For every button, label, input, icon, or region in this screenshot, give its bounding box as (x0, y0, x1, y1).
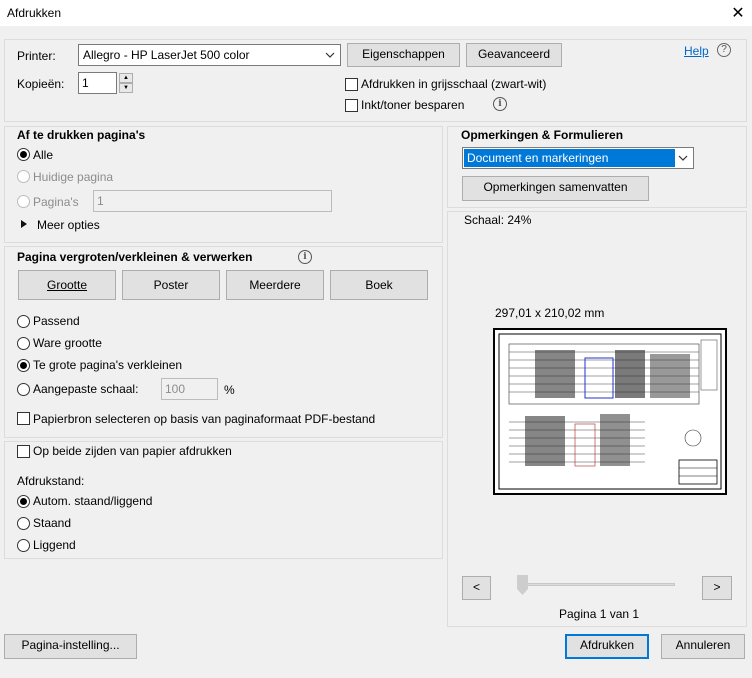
next-page-button[interactable]: > (702, 576, 732, 600)
grayscale-label: Afdrukken in grijsschaal (zwart-wit) (361, 77, 547, 91)
orientation-title: Afdrukstand: (17, 474, 85, 488)
title-bar (0, 0, 752, 26)
radio-landscape[interactable] (17, 539, 30, 552)
paper-size-label: 297,01 x 210,02 mm (495, 306, 605, 320)
radio-custom-scale[interactable] (17, 383, 30, 396)
page-preview (493, 328, 727, 495)
printer-label: Printer: (17, 49, 56, 63)
window-title: Afdrukken (7, 6, 62, 20)
both-sides-checkbox[interactable] (17, 445, 30, 458)
radio-shrink-oversized-label: Te grote pagina's verkleinen (33, 358, 183, 372)
percent-label: % (224, 383, 235, 397)
radio-current-page-label: Huidige pagina (33, 170, 114, 184)
multiple-button[interactable]: Meerdere (226, 270, 324, 300)
radio-actual-size-label: Ware grootte (33, 336, 102, 350)
save-ink-label: Inkt/toner besparen (361, 98, 465, 112)
info-icon[interactable]: i (298, 250, 312, 264)
comments-select-value: Document en markeringen (464, 149, 675, 167)
prev-page-button[interactable]: < (462, 576, 491, 600)
sizing-section-title: Pagina vergroten/verkleinen & verwerken (17, 250, 253, 264)
radio-current-page[interactable] (17, 170, 30, 183)
radio-fit-label: Passend (33, 314, 80, 328)
pages-section-title: Af te drukken pagina's (17, 128, 146, 142)
copies-spin-down[interactable]: ▼ (119, 83, 133, 93)
help-link[interactable]: Help (684, 44, 709, 58)
grayscale-checkbox[interactable] (345, 78, 358, 91)
radio-auto-orientation[interactable] (17, 495, 30, 508)
summarize-comments-button[interactable]: Opmerkingen samenvatten (462, 176, 649, 201)
radio-shrink-oversized[interactable] (17, 359, 30, 372)
cancel-button[interactable]: Annuleren (661, 634, 745, 659)
pages-range-input[interactable]: 1 (93, 190, 332, 212)
scale-label: Schaal: 24% (464, 213, 532, 227)
radio-custom-scale-label: Aangepaste schaal: (33, 382, 139, 396)
page-indicator: Pagina 1 van 1 (559, 607, 640, 621)
help-icon[interactable]: ? (717, 43, 731, 57)
close-icon[interactable]: ✕ (728, 3, 748, 23)
both-sides-label: Op beide zijden van papier afdrukken (33, 444, 232, 458)
radio-fit[interactable] (17, 315, 30, 328)
paper-source-checkbox[interactable] (17, 412, 30, 425)
radio-auto-orientation-label: Autom. staand/liggend (33, 494, 153, 508)
copies-input[interactable]: 1 (78, 72, 117, 94)
radio-portrait-label: Staand (33, 516, 72, 530)
info-icon[interactable]: i (493, 97, 507, 111)
chevron-down-icon (325, 52, 335, 58)
preview-drawing (498, 333, 722, 490)
radio-actual-size[interactable] (17, 337, 30, 350)
booklet-button[interactable]: Boek (330, 270, 428, 300)
copies-spin-up[interactable]: ▲ (119, 73, 133, 83)
radio-pages-label: Pagina's (33, 195, 79, 209)
printer-select-value: Allegro - HP LaserJet 500 color (83, 48, 250, 62)
printer-select[interactable]: Allegro - HP LaserJet 500 color (78, 44, 341, 66)
radio-pages[interactable] (17, 195, 30, 208)
size-button[interactable]: Grootte (18, 270, 116, 300)
paper-source-label: Papierbron selecteren op basis van pagin… (33, 412, 376, 426)
triangle-right-icon[interactable] (20, 219, 28, 229)
comments-select[interactable]: Document en markeringen (462, 147, 694, 169)
chevron-down-icon (678, 155, 688, 161)
more-options-link[interactable]: Meer opties (37, 218, 100, 232)
poster-button[interactable]: Poster (122, 270, 220, 300)
radio-all[interactable] (17, 148, 30, 161)
advanced-button[interactable]: Geavanceerd (466, 43, 562, 67)
comments-section-title: Opmerkingen & Formulieren (461, 128, 624, 142)
properties-button[interactable]: Eigenschappen (347, 43, 460, 67)
custom-scale-input[interactable]: 100 (161, 378, 218, 400)
radio-all-label: Alle (33, 148, 54, 162)
radio-landscape-label: Liggend (33, 538, 76, 552)
radio-portrait[interactable] (17, 517, 30, 530)
print-button[interactable]: Afdrukken (565, 634, 649, 659)
page-setup-button[interactable]: Pagina-instelling... (4, 634, 137, 659)
page-slider-track[interactable] (520, 583, 675, 586)
save-ink-checkbox[interactable] (345, 99, 358, 112)
copies-label: Kopieën: (17, 77, 65, 91)
